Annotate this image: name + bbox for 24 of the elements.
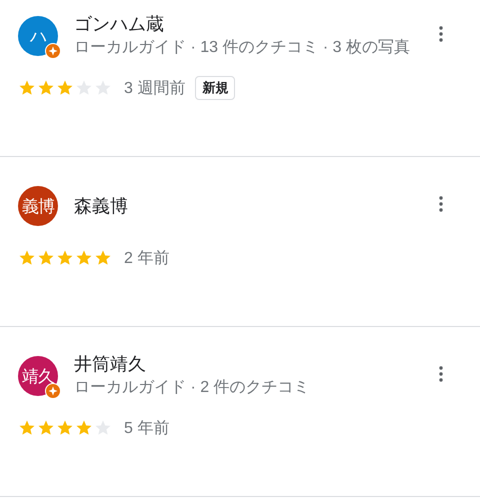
filled-star-icon bbox=[75, 249, 93, 267]
review-date: 3 週間前 bbox=[124, 78, 186, 98]
new-badge: 新規 bbox=[195, 76, 236, 100]
filled-star-icon bbox=[37, 249, 55, 267]
avatar[interactable]: 義博 bbox=[18, 186, 58, 226]
filled-star-icon bbox=[75, 419, 93, 437]
filled-star-icon bbox=[56, 419, 74, 437]
reviewer-info: ローカルガイド · 2 件のクチコミ bbox=[74, 378, 310, 398]
filled-star-icon bbox=[56, 79, 74, 97]
avatar[interactable]: ハ bbox=[18, 16, 58, 56]
avatar[interactable]: 靖久 bbox=[18, 356, 58, 396]
filled-star-icon bbox=[56, 249, 74, 267]
review-date: 5 年前 bbox=[124, 418, 170, 438]
reviewer-info: ローカルガイド · 13 件のクチコミ · 3 枚の写真 bbox=[74, 38, 410, 58]
filled-star-icon bbox=[18, 419, 36, 437]
filled-star-icon bbox=[18, 249, 36, 267]
reviewer-name[interactable]: 井筒靖久 bbox=[74, 352, 146, 376]
filled-star-icon bbox=[37, 79, 55, 97]
reviewer-name[interactable]: ゴンハム蔵 bbox=[74, 12, 164, 36]
reviewer-name[interactable]: 森義博 bbox=[74, 194, 128, 218]
filled-star-icon bbox=[37, 419, 55, 437]
filled-star-icon bbox=[94, 249, 112, 267]
review-date: 2 年前 bbox=[124, 248, 170, 268]
filled-star-icon bbox=[18, 79, 36, 97]
